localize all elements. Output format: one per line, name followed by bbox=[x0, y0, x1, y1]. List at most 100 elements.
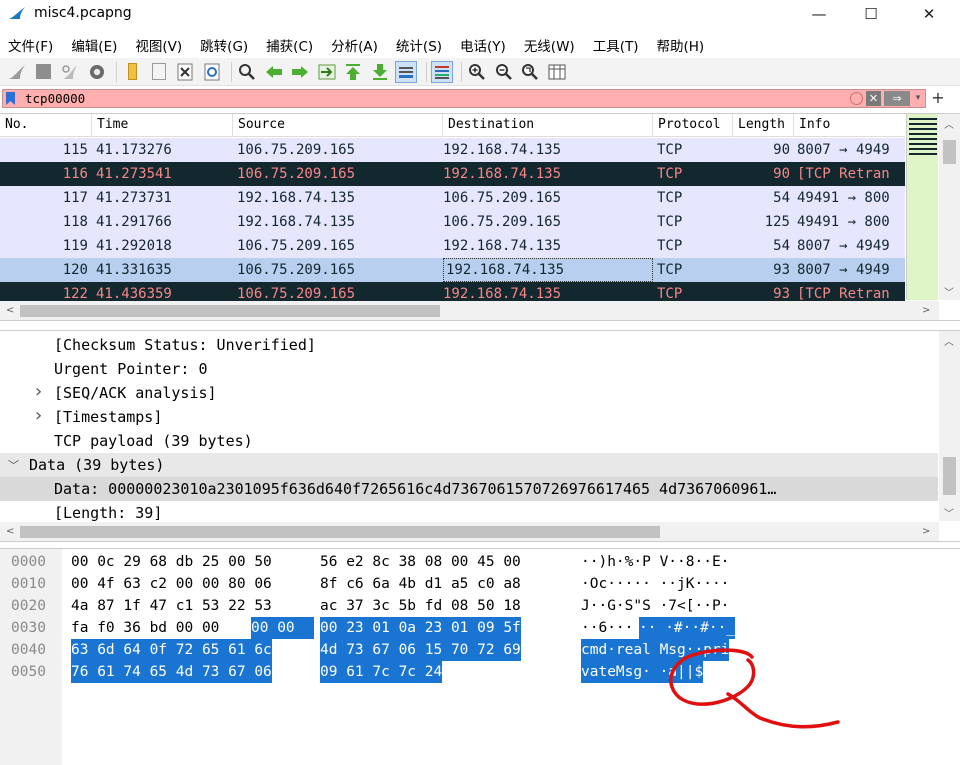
scroll-right-icon[interactable]: > bbox=[922, 305, 930, 316]
open-folder-icon[interactable] bbox=[121, 61, 143, 83]
menu-capture[interactable]: 捕获(C) bbox=[266, 35, 313, 55]
scroll-left-icon[interactable]: < bbox=[6, 305, 14, 316]
scroll-up-icon[interactable]: ︿ bbox=[944, 333, 954, 348]
zoom-in-icon[interactable] bbox=[466, 61, 488, 83]
hex-bytes-first-half[interactable]: 00 0c 29 68 db 25 00 50 bbox=[71, 551, 272, 573]
details-tree-item[interactable]: › [Timestamps] bbox=[0, 405, 938, 429]
hex-bytes-second-half[interactable]: 00 23 01 0a 23 01 09 5f bbox=[320, 617, 521, 639]
last-packet-icon[interactable] bbox=[369, 61, 391, 83]
column-header-source[interactable]: Source bbox=[233, 114, 443, 137]
autoscroll-icon[interactable] bbox=[395, 60, 417, 83]
reload-icon[interactable] bbox=[201, 61, 223, 83]
hex-bytes-first-half[interactable]: 4a 87 1f 47 c1 53 22 53 bbox=[71, 595, 272, 617]
menu-edit[interactable]: 编辑(E) bbox=[71, 35, 117, 55]
menu-go[interactable]: 跳转(G) bbox=[200, 35, 248, 55]
forward-icon[interactable] bbox=[289, 61, 311, 83]
packet-list-vertical-scrollbar[interactable]: ︿ ﹀ bbox=[939, 114, 960, 300]
column-header-length[interactable]: Length bbox=[733, 114, 794, 137]
menu-statistics[interactable]: 统计(S) bbox=[396, 35, 442, 55]
restart-icon[interactable] bbox=[59, 61, 81, 83]
menu-wireless[interactable]: 无线(W) bbox=[524, 35, 575, 55]
menu-file[interactable]: 文件(F) bbox=[8, 35, 53, 55]
maximize-button[interactable]: ☐ bbox=[848, 0, 894, 28]
find-icon[interactable] bbox=[236, 61, 258, 83]
ascii-bytes-selected[interactable]: ·· ·#··#··_ bbox=[639, 617, 736, 639]
zoom-reset-icon[interactable] bbox=[519, 61, 541, 83]
filter-dropdown-icon[interactable]: ▾ bbox=[912, 91, 924, 106]
packet-row[interactable]: 118 41.291766 192.168.74.135 106.75.209.165… bbox=[0, 210, 905, 234]
hex-bytes-selected[interactable]: 00 00 bbox=[251, 617, 314, 639]
close-file-icon[interactable] bbox=[174, 61, 196, 83]
ascii-bytes[interactable]: ··6··· bbox=[581, 617, 633, 639]
details-tree-item[interactable]: Data: 00000023010a2301095f636d640f726561… bbox=[0, 477, 938, 501]
packet-row[interactable]: 119 41.292018 106.75.209.165 192.168.74.135… bbox=[0, 234, 905, 258]
hex-bytes-second-half[interactable]: 8f c6 6a 4b d1 a5 c0 a8 bbox=[320, 573, 521, 595]
close-window-button[interactable]: ✕ bbox=[906, 0, 952, 28]
display-filter-input[interactable]: tcp00000 bbox=[2, 89, 926, 108]
minimize-button[interactable]: — bbox=[796, 0, 842, 28]
scrollbar-thumb[interactable] bbox=[943, 457, 956, 495]
filter-close-icon[interactable]: ✕ bbox=[866, 91, 881, 106]
packet-row[interactable]: 120 41.331635 106.75.209.165 192.168.74.135… bbox=[0, 258, 905, 282]
scrollbar-thumb[interactable] bbox=[20, 526, 660, 538]
first-packet-icon[interactable] bbox=[342, 61, 364, 83]
add-filter-button[interactable]: + bbox=[930, 88, 946, 108]
go-to-packet-icon[interactable] bbox=[316, 61, 338, 83]
details-tree-item[interactable]: ﹀ Data (39 bytes) bbox=[0, 453, 938, 477]
column-header-info[interactable]: Info bbox=[794, 114, 905, 137]
hex-bytes-second-half[interactable]: 4d 73 67 06 15 70 72 69 bbox=[320, 639, 521, 661]
collapse-icon[interactable]: ﹀ bbox=[8, 454, 19, 477]
column-header-no[interactable]: No. bbox=[0, 114, 92, 137]
ascii-bytes[interactable]: J··G·S"S ·7<[··P· bbox=[581, 595, 729, 617]
hex-bytes-first-half[interactable]: 63 6d 64 0f 72 65 61 6c bbox=[71, 639, 272, 661]
hex-bytes-second-half[interactable]: ac 37 3c 5b fd 08 50 18 bbox=[320, 595, 521, 617]
hex-bytes-first-half[interactable]: 76 61 74 65 4d 73 67 06 bbox=[71, 661, 272, 683]
details-vertical-scrollbar[interactable]: ︿ ﹀ bbox=[939, 331, 960, 521]
ascii-bytes[interactable]: vateMsg· ·a||$ bbox=[581, 661, 704, 683]
packet-list-horizontal-scrollbar[interactable]: < > bbox=[0, 301, 939, 320]
file-icon[interactable] bbox=[148, 61, 170, 83]
column-header-destination[interactable]: Destination bbox=[443, 114, 653, 137]
expand-icon[interactable]: › bbox=[33, 381, 44, 404]
menu-help[interactable]: 帮助(H) bbox=[656, 35, 704, 55]
packet-row[interactable]: 116 41.273541 106.75.209.165 192.168.74.135… bbox=[0, 162, 905, 186]
filter-clear-icon[interactable] bbox=[850, 92, 863, 105]
zoom-out-icon[interactable] bbox=[493, 61, 515, 83]
stop-icon[interactable] bbox=[33, 61, 55, 83]
hex-bytes-first-half[interactable]: fa f0 36 bd 00 00 bbox=[71, 617, 219, 639]
details-tree-item[interactable]: [Checksum Status: Unverified] bbox=[0, 333, 938, 357]
ascii-bytes[interactable]: ··)h·%·P V··8··E· bbox=[581, 551, 729, 573]
packet-row[interactable]: 117 41.273731 192.168.74.135 106.75.209.165… bbox=[0, 186, 905, 210]
expand-icon[interactable]: › bbox=[33, 405, 44, 428]
packet-row[interactable]: 115 41.173276 106.75.209.165 192.168.74.135… bbox=[0, 138, 905, 162]
column-header-time[interactable]: Time bbox=[92, 114, 233, 137]
ascii-bytes[interactable]: cmd·real Msg··pri bbox=[581, 639, 730, 661]
menu-analyze[interactable]: 分析(A) bbox=[331, 35, 378, 55]
menu-view[interactable]: 视图(V) bbox=[135, 35, 182, 55]
column-header-protocol[interactable]: Protocol bbox=[653, 114, 733, 137]
details-tree-item[interactable]: Urgent Pointer: 0 bbox=[0, 357, 938, 381]
scroll-right-icon[interactable]: > bbox=[922, 526, 930, 537]
back-icon[interactable] bbox=[263, 61, 285, 83]
ascii-bytes[interactable]: ·Oc····· ··jK···· bbox=[581, 573, 729, 595]
scroll-down-icon[interactable]: ﹀ bbox=[944, 284, 954, 299]
scroll-up-icon[interactable]: ︿ bbox=[944, 116, 954, 131]
hex-bytes-second-half[interactable]: 56 e2 8c 38 08 00 45 00 bbox=[320, 551, 521, 573]
shark-fin-start-icon[interactable] bbox=[6, 61, 28, 83]
details-tree-item[interactable]: › [SEQ/ACK analysis] bbox=[0, 381, 938, 405]
scroll-left-icon[interactable]: < bbox=[6, 526, 14, 537]
menu-telephony[interactable]: 电话(Y) bbox=[460, 35, 506, 55]
hex-bytes-first-half[interactable]: 00 4f 63 c2 00 00 80 06 bbox=[71, 573, 272, 595]
hex-bytes-second-half[interactable]: 09 61 7c 7c 24 bbox=[320, 661, 443, 683]
resize-columns-icon[interactable] bbox=[546, 61, 568, 83]
scroll-down-icon[interactable]: ﹀ bbox=[944, 505, 954, 520]
colorize-icon[interactable] bbox=[430, 60, 453, 83]
scrollbar-thumb[interactable] bbox=[943, 140, 956, 164]
details-tree-item[interactable]: TCP payload (39 bytes) bbox=[0, 429, 938, 453]
packet-minimap[interactable] bbox=[906, 114, 938, 300]
details-horizontal-scrollbar[interactable]: < > bbox=[0, 522, 939, 541]
options-gear-icon[interactable] bbox=[86, 61, 108, 83]
menu-tools[interactable]: 工具(T) bbox=[593, 35, 639, 55]
scrollbar-thumb[interactable] bbox=[20, 305, 440, 317]
filter-apply-button[interactable]: ⇒ bbox=[884, 91, 910, 106]
